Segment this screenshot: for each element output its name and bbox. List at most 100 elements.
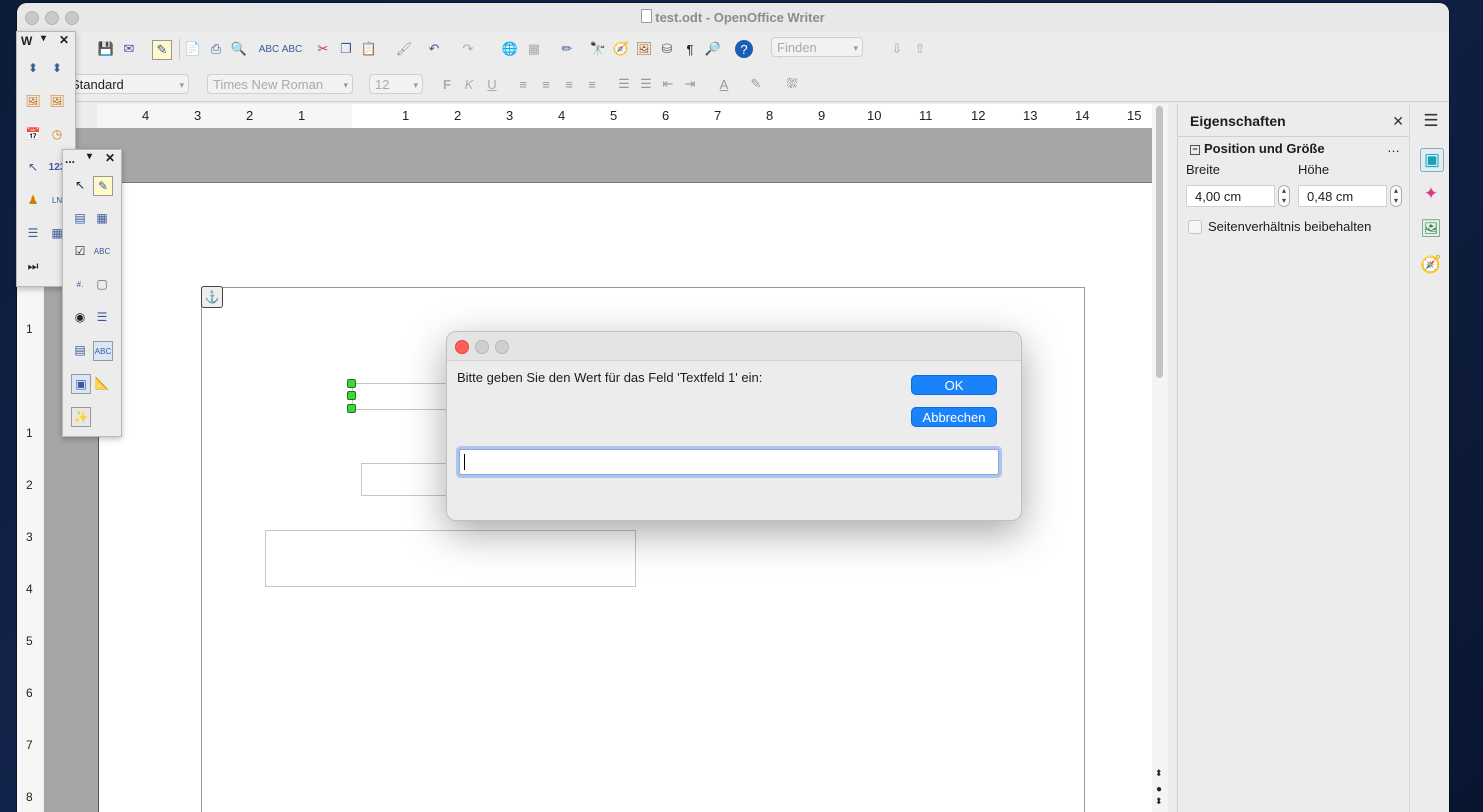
help-icon[interactable]: ? [735,40,753,58]
spellcheck-icon[interactable]: ABC [259,40,280,58]
dialog-zoom-button[interactable] [495,340,509,354]
height-stepper[interactable]: ▴ ▾ [1390,185,1402,207]
save-icon[interactable]: 💾 [97,40,115,58]
find-previous-icon[interactable]: ⇧ [911,40,929,58]
font-color-icon[interactable]: A [715,75,733,93]
sidebar-menu-icon[interactable]: ☰ [1420,110,1442,132]
anchor-icon[interactable]: ⚓ [201,286,223,308]
justify-icon[interactable]: ≡ [583,75,601,93]
chevron-down-icon[interactable]: ▾ [87,151,92,162]
close-icon[interactable]: ✕ [1392,113,1404,130]
section-position-size[interactable]: − Position und Größe [1190,141,1325,156]
page-down-icon[interactable]: ⬍ [1155,796,1163,807]
people-icon[interactable]: ♟ [24,191,42,209]
calendar-icon[interactable]: 📅 [24,125,42,143]
autospell-icon[interactable]: ABC [282,40,303,58]
align-left-icon[interactable]: ≡ [514,75,532,93]
font-name-select[interactable]: Times New Roman ▾ [207,74,353,94]
email-icon[interactable]: ✉ [120,40,138,58]
radio-icon[interactable]: ◉ [71,308,89,326]
align-right-icon[interactable]: ≡ [560,75,578,93]
formatting-marks-icon[interactable]: ¶ [681,40,699,58]
field-icon[interactable]: #. [71,275,89,293]
table-icon[interactable]: ▦ [525,40,543,58]
button-icon[interactable]: ▢ [93,275,111,293]
properties-tab-icon[interactable]: ▣ [1420,148,1444,172]
list-icon[interactable]: ☰ [24,224,42,242]
field-value-input[interactable] [459,449,999,475]
combo-icon[interactable]: ▤ [71,341,89,359]
copy-icon[interactable]: ❐ [337,40,355,58]
cursor-icon[interactable]: ↖ [24,158,42,176]
close-icon[interactable]: ✕ [105,151,115,165]
media-icon[interactable]: ⏭ [24,257,42,275]
checkbox-icon[interactable]: ☑ [71,242,89,260]
scroll-icon[interactable]: ⬍ [48,59,66,77]
collapse-icon[interactable]: − [1190,145,1200,155]
styles-tab-icon[interactable]: ✦ [1420,183,1442,205]
print-icon[interactable]: ⎙ [207,40,225,58]
bold-icon[interactable]: F [438,75,456,93]
cancel-button[interactable]: Abbrechen [911,407,997,427]
group-icon[interactable]: ▤ [71,209,89,227]
numbering-icon[interactable]: ☰ [615,75,633,93]
bullets-icon[interactable]: ☰ [637,75,655,93]
hyperlink-icon[interactable]: 🌐 [501,40,519,58]
font-size-select[interactable]: 12 ▾ [369,74,423,94]
italic-icon[interactable]: K [460,75,478,93]
more-options-icon[interactable]: … [1387,140,1400,155]
close-icon[interactable]: ✕ [59,33,69,47]
vertical-scrollbar[interactable]: ⬍ ● ⬍ [1152,104,1168,812]
select-icon[interactable]: ↖ [71,176,89,194]
form-control-frame[interactable] [265,530,636,587]
page-up-icon[interactable]: ⬍ [1155,768,1163,779]
clone-format-icon[interactable]: 🖌 [395,40,413,58]
find-replace-icon[interactable]: 🔭 [589,40,607,58]
scroll-icon[interactable]: ⬍ [24,59,42,77]
selection-handle[interactable] [347,379,356,388]
height-field[interactable]: 0,48 cm [1298,185,1387,207]
chevron-down-icon[interactable]: ▾ [41,33,46,44]
paste-icon[interactable]: 📋 [360,40,378,58]
textbox-icon[interactable]: ABC [93,242,111,260]
export-pdf-icon[interactable]: 📄 [184,40,202,58]
image-icon[interactable]: 🖼 [48,92,66,110]
gallery-icon[interactable]: 🖼 [635,40,653,58]
list-icon[interactable]: ☰ [93,308,111,326]
table-icon[interactable]: ▦ [93,209,111,227]
highlight-icon[interactable]: ✎ [747,75,765,93]
nav-icon[interactable]: ▣ [71,374,91,394]
data-sources-icon[interactable]: ⛁ [658,40,676,58]
navigator-tab-icon[interactable]: 🧭 [1420,254,1442,276]
keep-ratio-checkbox[interactable] [1188,220,1202,234]
print-preview-icon[interactable]: 🔍 [230,40,248,58]
background-color-icon[interactable]: ⛆ [783,75,801,93]
horizontal-ruler[interactable]: 4 3 2 1 1 2 3 4 5 6 7 8 9 10 11 12 13 14… [97,104,1152,129]
decrease-indent-icon[interactable]: ⇤ [659,75,677,93]
zoom-icon[interactable]: 🔎 [704,40,722,58]
width-field[interactable]: 4,00 cm [1186,185,1275,207]
cut-icon[interactable]: ✂ [314,40,332,58]
dialog-close-button[interactable] [455,340,469,354]
wizard-icon[interactable]: ✨ [71,407,91,427]
gallery-tab-icon[interactable]: 🖼 [1420,218,1442,240]
find-input[interactable]: Finden ▾ [771,37,863,57]
design-icon[interactable]: ✎ [93,176,113,196]
selection-handle[interactable] [347,391,356,400]
draw-functions-icon[interactable]: ✏ [558,40,576,58]
navigator-icon[interactable]: 🧭 [612,40,630,58]
width-stepper[interactable]: ▴ ▾ [1278,185,1290,207]
redo-icon[interactable]: ↷ [459,40,477,58]
form-icon[interactable]: 📐 [93,374,111,392]
underline-icon[interactable]: U [483,75,501,93]
increase-indent-icon[interactable]: ⇥ [681,75,699,93]
label-icon[interactable]: ABC [93,341,113,361]
undo-icon[interactable]: ↶ [425,40,443,58]
clock-icon[interactable]: ◷ [48,125,66,143]
image-icon[interactable]: 🖼 [24,92,42,110]
navigation-icon[interactable]: ● [1156,784,1162,795]
align-center-icon[interactable]: ≡ [537,75,555,93]
ok-button[interactable]: OK [911,375,997,395]
selection-handle[interactable] [347,404,356,413]
edit-mode-icon[interactable]: ✎ [152,40,172,60]
